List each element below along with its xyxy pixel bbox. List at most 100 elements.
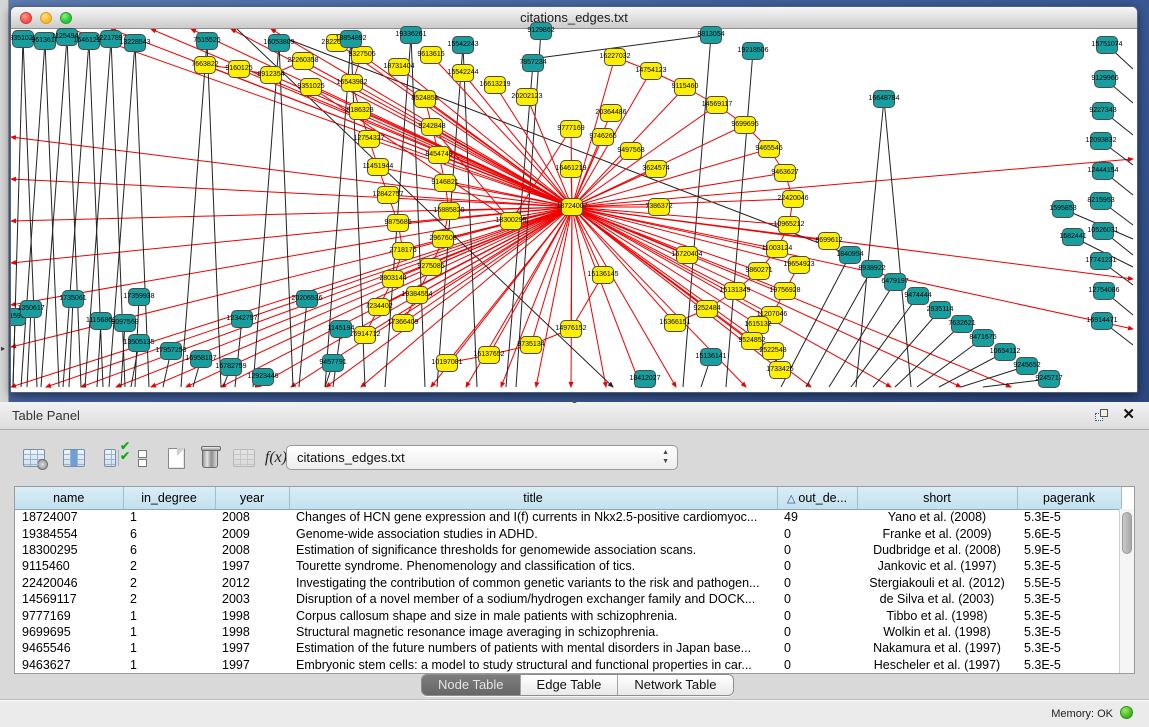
table-row[interactable]: 946362711997Embryonic stem cells: a mode… — [15, 657, 1121, 673]
table-row[interactable]: 1872400712008Changes of HCN gene express… — [15, 509, 1121, 525]
table-cell[interactable]: 49 — [777, 509, 857, 525]
graph-node[interactable] — [634, 370, 656, 388]
graph-node[interactable] — [478, 346, 500, 364]
tab-edge-table[interactable]: Edge Table — [521, 675, 619, 695]
graph-node[interactable] — [758, 140, 780, 158]
graph-node[interactable] — [1093, 282, 1115, 300]
tab-network-table[interactable]: Network Table — [618, 675, 732, 695]
graph-node[interactable] — [592, 266, 614, 284]
table-cell[interactable]: Investigating the contribution of common… — [289, 575, 777, 591]
graph-node[interactable] — [452, 64, 474, 82]
column-header-pagerank[interactable]: pagerank — [1017, 487, 1121, 509]
graph-node[interactable] — [778, 216, 800, 234]
table-cell[interactable]: Changes of HCN gene expression and I(f) … — [289, 509, 777, 525]
table-cell[interactable]: 18724007 — [15, 509, 123, 525]
graph-node[interactable] — [664, 314, 686, 332]
graph-node[interactable] — [762, 342, 784, 360]
graph-node[interactable] — [292, 52, 314, 70]
graph-node[interactable] — [645, 160, 667, 178]
table-cell[interactable]: 2003 — [215, 591, 289, 607]
rows-icon[interactable] — [128, 444, 156, 472]
graph-node[interactable] — [1090, 192, 1112, 210]
column-header-name[interactable]: name — [15, 487, 123, 509]
table-cell[interactable]: Jankovic et al. (1997) — [857, 558, 1017, 574]
graph-node[interactable] — [516, 88, 538, 106]
column-header-short[interactable]: short — [857, 487, 1017, 509]
graph-node[interactable] — [128, 288, 150, 306]
table-row[interactable]: 2242004622012Investigating the contribut… — [15, 575, 1121, 591]
table-row[interactable]: 946554611997Estimation of the future num… — [15, 640, 1121, 656]
graph-node[interactable] — [432, 230, 454, 248]
graph-node[interactable] — [706, 96, 728, 114]
graph-node[interactable] — [1096, 36, 1118, 54]
table-row[interactable]: 977716911998Corpus callosum shape and si… — [15, 607, 1121, 623]
graph-node[interactable] — [1038, 370, 1060, 388]
table-cell[interactable]: 2 — [123, 558, 215, 574]
graph-node[interactable] — [128, 334, 150, 352]
table-cell[interactable]: 0 — [777, 591, 857, 607]
graph-node[interactable] — [392, 314, 414, 332]
graph-node[interactable] — [1094, 70, 1116, 88]
table-row[interactable]: 911546021997Tourette syndrome. Phenomeno… — [15, 558, 1121, 574]
graph-node[interactable] — [782, 190, 804, 208]
table-cell[interactable]: 5.3E-5 — [1017, 558, 1121, 574]
table-cell[interactable]: 1 — [123, 640, 215, 656]
new-document-icon[interactable] — [162, 444, 190, 472]
graph-node[interactable] — [520, 336, 542, 354]
table-cell[interactable]: Tourette syndrome. Phenomenology and cla… — [289, 558, 777, 574]
graph-node[interactable] — [62, 290, 84, 308]
table-cell[interactable]: 1 — [123, 509, 215, 525]
table-cell[interactable]: 1998 — [215, 607, 289, 623]
graph-node[interactable] — [560, 160, 582, 178]
graph-node[interactable] — [452, 36, 474, 54]
table-cell[interactable]: 6 — [123, 542, 215, 558]
graph-node[interactable] — [160, 342, 182, 360]
graph-node[interactable] — [734, 116, 756, 134]
graph-node[interactable] — [696, 300, 718, 318]
graph-node[interactable] — [676, 246, 698, 264]
table-cell[interactable]: 0 — [777, 542, 857, 558]
graph-node[interactable] — [436, 354, 458, 372]
graph-node[interactable] — [124, 34, 146, 52]
graph-node[interactable] — [420, 258, 442, 276]
graph-node[interactable] — [220, 358, 242, 376]
table-cell[interactable]: 9463627 — [15, 657, 123, 673]
graph-node[interactable] — [592, 128, 614, 146]
graph-node[interactable] — [34, 32, 56, 50]
graph-node[interactable] — [774, 164, 796, 182]
table-cell[interactable]: 0 — [777, 640, 857, 656]
graph-node[interactable] — [972, 329, 994, 347]
graph-node[interactable] — [1016, 357, 1038, 375]
table-cell[interactable]: 9115460 — [15, 558, 123, 574]
table-cell[interactable]: Wolkin et al. (1998) — [857, 624, 1017, 640]
table-row[interactable]: 1830029562008Estimation of significance … — [15, 542, 1121, 558]
table-cell[interactable]: 5.9E-5 — [1017, 542, 1121, 558]
graph-node[interactable] — [600, 104, 622, 122]
table-cell[interactable]: 0 — [777, 657, 857, 673]
table-cell[interactable]: 1997 — [215, 558, 289, 574]
graph-node[interactable] — [769, 361, 791, 379]
graph-node[interactable] — [741, 332, 763, 350]
graph-node[interactable] — [78, 32, 100, 50]
network-window[interactable]: citations_edges.txt 18724007932750516543… — [10, 6, 1138, 393]
table-cell[interactable]: 5.5E-5 — [1017, 575, 1121, 591]
graph-node[interactable] — [196, 32, 218, 50]
graph-node[interactable] — [500, 212, 522, 230]
graph-node[interactable] — [388, 58, 410, 76]
table-cell[interactable]: 0 — [777, 575, 857, 591]
table-cell[interactable]: Corpus callosum shape and size in male p… — [289, 607, 777, 623]
table-cell[interactable]: 22420046 — [15, 575, 123, 591]
column-header-title[interactable]: title — [289, 487, 777, 509]
graph-node[interactable] — [414, 90, 436, 108]
graph-node[interactable] — [406, 286, 428, 304]
splitter-handle-icon[interactable]: ▲ — [571, 398, 578, 405]
table-row[interactable]: 969969511998Structural magnetic resonanc… — [15, 624, 1121, 640]
table-cell[interactable]: 2008 — [215, 509, 289, 525]
table-cell[interactable]: Embryonic stem cells: a model to study s… — [289, 657, 777, 673]
graph-node[interactable] — [56, 28, 78, 46]
graph-node[interactable] — [351, 46, 373, 64]
table-row[interactable]: 1938455462009Genome-wide association stu… — [15, 525, 1121, 541]
table-cell[interactable]: 5.3E-5 — [1017, 657, 1121, 673]
graph-node[interactable] — [377, 186, 399, 204]
table-cell[interactable]: 14569117 — [15, 591, 123, 607]
